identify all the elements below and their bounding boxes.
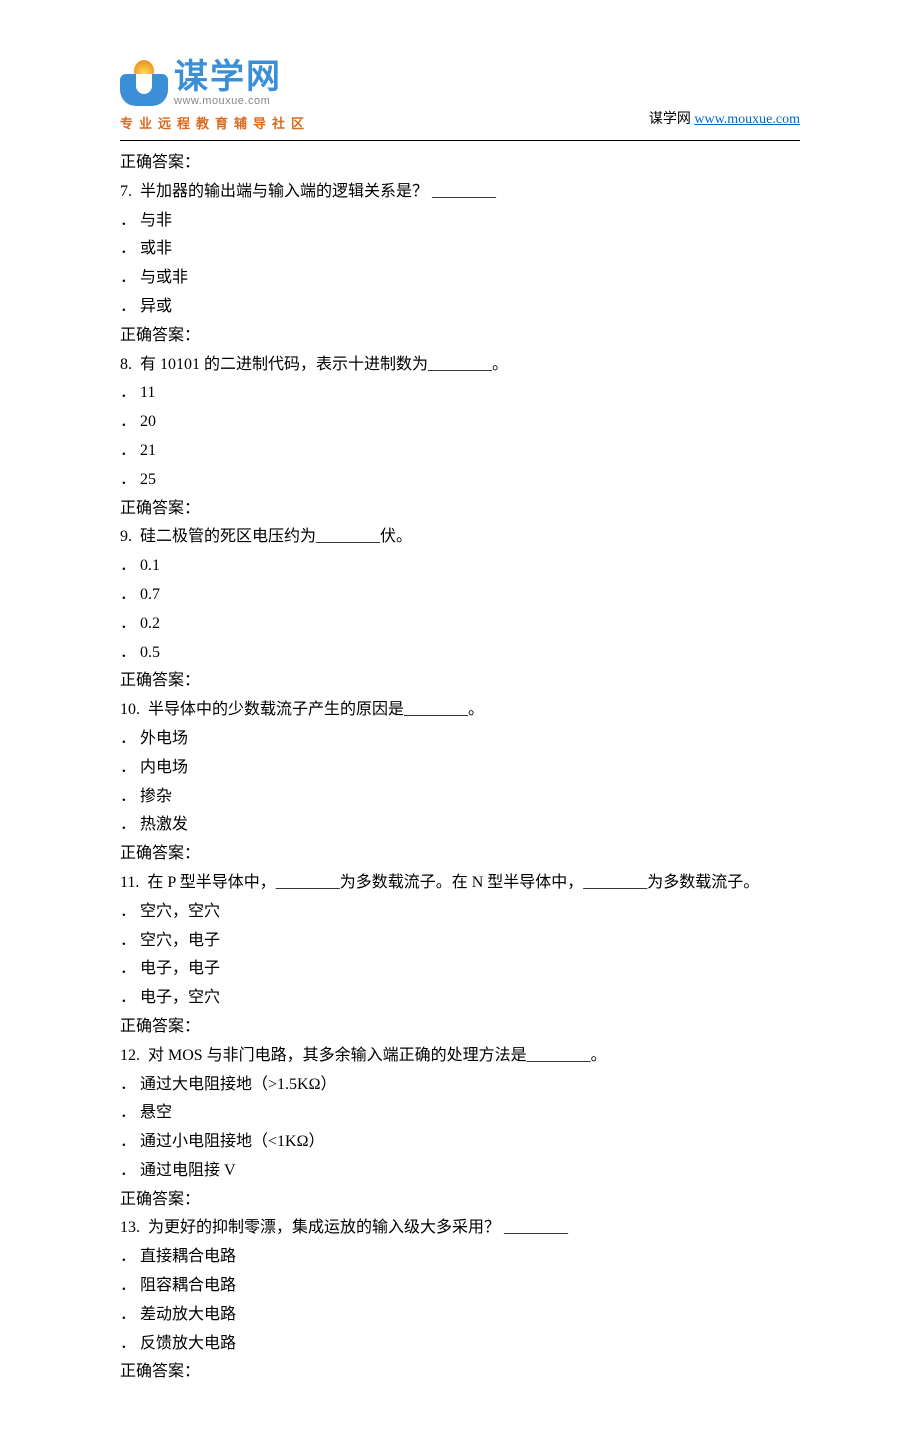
question-text: 对 MOS 与非门电路，其多余输入端正确的处理方法是________。 — [148, 1047, 607, 1064]
document-body: 正确答案： 7. 半加器的输出端与输入端的逻辑关系是？ ________ ． 与… — [120, 149, 800, 1387]
question-number: 9. — [120, 528, 132, 545]
answer-label: 正确答案： — [120, 667, 800, 696]
answer-label: 正确答案： — [120, 1186, 800, 1215]
question-text: 硅二极管的死区电压约为________伏。 — [140, 528, 412, 545]
question-number: 11. — [120, 874, 139, 891]
logo-block: 谋学网 www.mouxue.com 专业远程教育辅导社区 — [120, 60, 310, 132]
answer-label: 正确答案： — [120, 1358, 800, 1387]
question-stem: 8. 有 10101 的二进制代码，表示十进制数为________。 — [120, 351, 800, 380]
option-item: ． 21 — [120, 437, 800, 466]
question-stem: 12. 对 MOS 与非门电路，其多余输入端正确的处理方法是________。 — [120, 1042, 800, 1071]
logo-title: 谋学网 — [174, 60, 282, 94]
logo-tagline: 专业远程教育辅导社区 — [120, 113, 310, 132]
question-text: 半加器的输出端与输入端的逻辑关系是？ ________ — [140, 183, 496, 200]
header-site-label: 谋学网 — [649, 112, 691, 127]
option-item: ． 电子，空穴 — [120, 984, 800, 1013]
mouxue-logo-icon — [120, 62, 168, 106]
option-item: ． 25 — [120, 466, 800, 495]
answer-label: 正确答案： — [120, 495, 800, 524]
option-item: ． 与非 — [120, 207, 800, 236]
option-item: ． 内电场 — [120, 754, 800, 783]
question-text: 为更好的抑制零漂，集成运放的输入级大多采用？ ________ — [148, 1219, 568, 1236]
question-number: 13. — [120, 1219, 140, 1236]
option-item: ． 或非 — [120, 235, 800, 264]
question-text: 在 P 型半导体中，________为多数载流子。在 N 型半导体中，_____… — [147, 874, 759, 891]
question-number: 10. — [120, 701, 140, 718]
option-item: ． 0.1 — [120, 552, 800, 581]
option-item: ． 空穴，电子 — [120, 927, 800, 956]
option-item: ． 电子，电子 — [120, 955, 800, 984]
option-item: ． 阻容耦合电路 — [120, 1272, 800, 1301]
answer-label: 正确答案： — [120, 322, 800, 351]
logo-subtitle-url: www.mouxue.com — [174, 96, 282, 107]
logo-top: 谋学网 www.mouxue.com — [120, 60, 310, 107]
option-item: ． 反馈放大电路 — [120, 1330, 800, 1359]
document-page: 谋学网 www.mouxue.com 专业远程教育辅导社区 谋学网 www.mo… — [0, 0, 920, 1447]
question-stem: 10. 半导体中的少数载流子产生的原因是________。 — [120, 696, 800, 725]
answer-label: 正确答案： — [120, 149, 800, 178]
question-number: 12. — [120, 1047, 140, 1064]
question-stem: 7. 半加器的输出端与输入端的逻辑关系是？ ________ — [120, 178, 800, 207]
header-right: 谋学网 www.mouxue.com — [649, 108, 800, 132]
option-item: ． 通过电阻接 V — [120, 1157, 800, 1186]
option-item: ． 直接耦合电路 — [120, 1243, 800, 1272]
header-divider — [120, 140, 800, 141]
question-number: 8. — [120, 356, 132, 373]
option-item: ． 掺杂 — [120, 783, 800, 812]
question-stem: 13. 为更好的抑制零漂，集成运放的输入级大多采用？ ________ — [120, 1214, 800, 1243]
header-site-link[interactable]: www.mouxue.com — [694, 112, 800, 127]
question-stem: 9. 硅二极管的死区电压约为________伏。 — [120, 523, 800, 552]
answer-label: 正确答案： — [120, 1013, 800, 1042]
option-item: ． 20 — [120, 408, 800, 437]
option-item: ． 空穴，空穴 — [120, 898, 800, 927]
question-stem: 11. 在 P 型半导体中，________为多数载流子。在 N 型半导体中，_… — [120, 869, 800, 898]
logo-text: 谋学网 www.mouxue.com — [174, 60, 282, 107]
answer-label: 正确答案： — [120, 840, 800, 869]
question-text: 有 10101 的二进制代码，表示十进制数为________。 — [140, 356, 508, 373]
option-item: ． 悬空 — [120, 1099, 800, 1128]
question-number: 7. — [120, 183, 132, 200]
option-item: ． 通过小电阻接地（<1KΩ） — [120, 1128, 800, 1157]
option-item: ． 0.7 — [120, 581, 800, 610]
option-item: ． 与或非 — [120, 264, 800, 293]
question-text: 半导体中的少数载流子产生的原因是________。 — [148, 701, 484, 718]
option-item: ． 外电场 — [120, 725, 800, 754]
page-header: 谋学网 www.mouxue.com 专业远程教育辅导社区 谋学网 www.mo… — [120, 60, 800, 132]
option-item: ． 11 — [120, 379, 800, 408]
option-item: ． 0.5 — [120, 639, 800, 668]
option-item: ． 异或 — [120, 293, 800, 322]
option-item: ． 0.2 — [120, 610, 800, 639]
option-item: ． 通过大电阻接地（>1.5KΩ） — [120, 1071, 800, 1100]
option-item: ． 热激发 — [120, 811, 800, 840]
option-item: ． 差动放大电路 — [120, 1301, 800, 1330]
